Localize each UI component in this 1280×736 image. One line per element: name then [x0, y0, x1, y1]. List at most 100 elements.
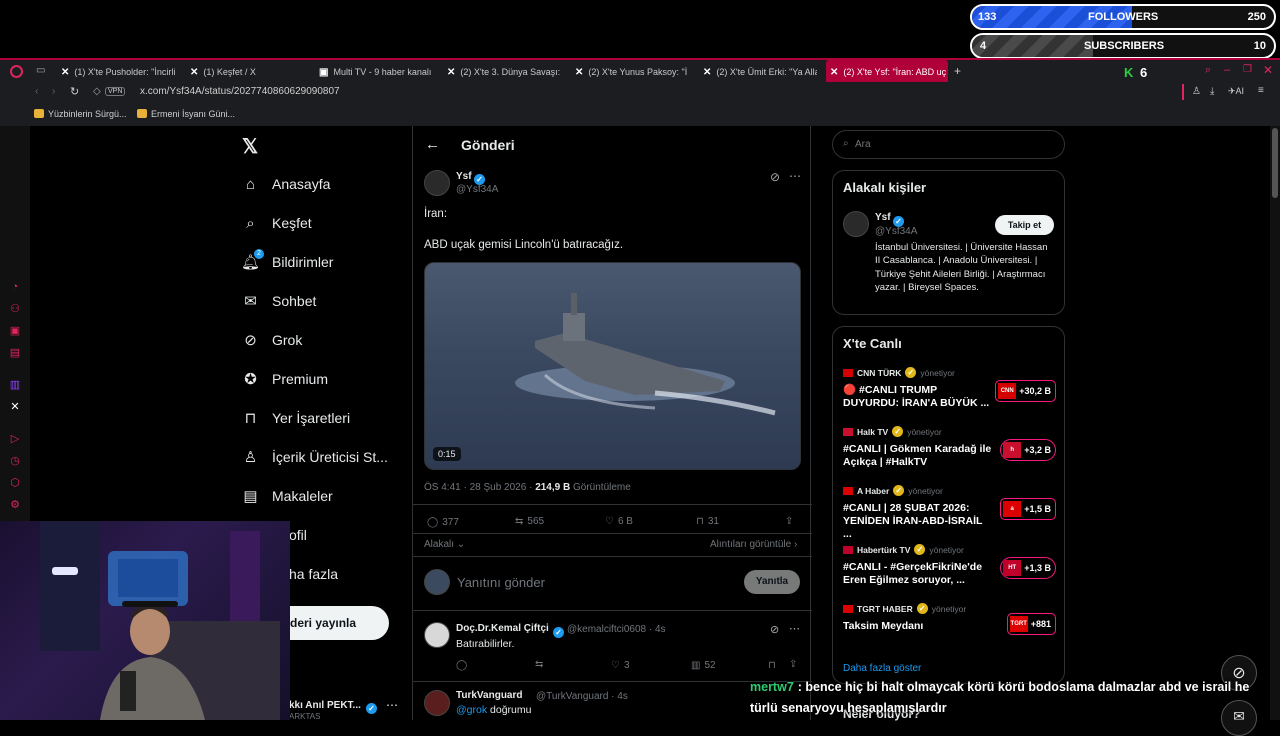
x-logo-icon: ✕	[190, 66, 199, 78]
nav-item-6[interactable]: ✪ Premium	[242, 367, 328, 391]
x-sidebar-icon[interactable]: ✕	[8, 400, 22, 414]
reply-icon[interactable]: ◯	[456, 660, 467, 671]
tab-label: (1) Keşfet / X	[203, 67, 256, 77]
browser-tab[interactable]: ✕ (2) X'te Yunus Paksoy: "İ	[571, 60, 689, 84]
x-logo-icon[interactable]: 𝕏	[242, 134, 258, 159]
mention-link[interactable]: @grok	[456, 704, 487, 716]
live-broadcast[interactable]: TGRT HABER ✓ yönetiyor Taksim Meydanı TGRT +8…	[843, 603, 1056, 635]
nav-item-2[interactable]: ⌕ Keşfet	[242, 211, 311, 235]
back-icon[interactable]: ‹	[35, 86, 38, 97]
reply-author-name[interactable]: Doç.Dr.Kemal Çiftçi	[456, 623, 549, 634]
views-action[interactable]: ▥ 52	[691, 660, 716, 671]
opera-logo-icon[interactable]	[10, 65, 23, 78]
reply-input[interactable]: Yanıtını gönder	[457, 575, 545, 590]
profile-icon[interactable]: ♙	[1192, 86, 1201, 97]
browser-tab[interactable]: ▣ Multi TV - 9 haber kanalın	[315, 60, 431, 84]
share-icon[interactable]: ⇪	[789, 659, 797, 670]
maximize-icon[interactable]: ❐	[1243, 64, 1252, 75]
browser-tab[interactable]: ✕ (2) X'te Ümit Erki: "Ya Alla	[699, 60, 817, 84]
sidebar-app-icon[interactable]: ⚇	[8, 302, 22, 316]
bookmark-1[interactable]: Yüzbinlerin Sürgü...	[48, 109, 127, 119]
sidebar-app-icon[interactable]: ◔	[8, 280, 22, 294]
nav-item-11[interactable]: ha fazla	[289, 562, 338, 586]
sidebar-app-icon[interactable]: ▣	[8, 324, 22, 338]
show-more-link[interactable]: Daha fazla göster	[843, 663, 921, 674]
browser-tab[interactable]: ✕ (2) X'te Ysf: "İran: ABD uç	[826, 60, 948, 84]
person-avatar[interactable]	[843, 211, 869, 237]
download-icon[interactable]: ⤓	[1210, 86, 1214, 97]
nav-item-3[interactable]: 🔔︎ 2 Bildirimler	[241, 248, 333, 274]
nav-item-1[interactable]: ⌂ Anasayfa	[242, 172, 330, 196]
live-broadcast[interactable]: Halk TV ✓ yönetiyor #CANLI | Gökmen Karadağ…	[843, 426, 1056, 469]
new-tab-icon[interactable]: +	[954, 64, 961, 78]
live-broadcast[interactable]: CNN TÜRK ✓ yönetiyor 🔴 #CANLI TRUMP DUYURDU…	[843, 367, 1056, 410]
more-icon[interactable]: ⋯	[789, 622, 800, 635]
repost-icon[interactable]: ⇆	[535, 659, 543, 670]
search-tabs-icon[interactable]: ⌕	[1205, 64, 1211, 77]
webcam-image	[40, 521, 280, 720]
nav-item-5[interactable]: ⊘ Grok	[242, 328, 302, 352]
nav-item-10[interactable]: ofil	[289, 523, 307, 547]
search-input[interactable]: Ara	[855, 139, 871, 150]
nav-item-9[interactable]: ▤ Makaleler	[242, 484, 332, 508]
scrollbar-thumb[interactable]	[1272, 128, 1278, 198]
nav-item-4[interactable]: ✉ Sohbet	[242, 289, 316, 313]
settings-icon[interactable]: ⚙	[8, 498, 22, 512]
bookmark-action[interactable]: ⊓ 31	[696, 516, 719, 527]
sidebar-app-icon[interactable]: ▷	[8, 432, 22, 446]
repost-action[interactable]: ⇆ 565	[515, 516, 544, 527]
clock-icon[interactable]: ◷	[8, 454, 22, 468]
live-broadcast[interactable]: Habertürk TV ✓ yönetiyor #CANLI - #GerçekFi…	[843, 544, 1056, 587]
grok-icon[interactable]: ⊘	[770, 623, 779, 636]
vpn-badge[interactable]: VPN	[105, 87, 126, 96]
share-icon[interactable]: ⇪	[785, 516, 793, 527]
shield-icon[interactable]: ◇	[93, 86, 101, 97]
menu-icon[interactable]: ≡	[1258, 85, 1264, 96]
reply-author-name[interactable]: TurkVanguard	[456, 690, 523, 701]
related-dropdown[interactable]: Alakalı ⌄	[424, 539, 465, 550]
reply-button[interactable]: Yanıtla	[744, 570, 800, 594]
browser-tab[interactable]: ✕ (1) Keşfet / X	[186, 60, 296, 84]
sidebar-app-icon[interactable]: ⬡	[8, 476, 22, 490]
nav-item-8[interactable]: ♙ İçerik Üreticisi St...	[242, 445, 388, 469]
page-scrollbar[interactable]	[1270, 126, 1280, 720]
tab-label: Multi TV - 9 haber kanalın	[333, 67, 431, 77]
minimize-icon[interactable]: –	[1224, 64, 1230, 76]
browser-tab[interactable]: ✕ (1) X'te Pusholder: "İncirlik	[57, 60, 175, 84]
reply-author-handle[interactable]: @TurkVanguard · 4s	[536, 691, 628, 702]
follow-button[interactable]: Takip et	[995, 215, 1054, 235]
close-window-icon[interactable]: ✕	[1263, 63, 1273, 77]
twitch-icon[interactable]: ▥	[8, 378, 22, 392]
divider	[413, 533, 812, 534]
bookmark-2[interactable]: Ermeni İsyanı Güni...	[151, 109, 235, 119]
author-handle[interactable]: @Ysf34A	[456, 184, 498, 195]
author-name[interactable]: Ysf	[456, 171, 472, 182]
sidebar-app-icon[interactable]: ▤	[8, 346, 22, 360]
browser-tab[interactable]: ✕ (2) X'te 3. Dünya Savaşı: "	[443, 60, 561, 84]
nav-item-7[interactable]: ⊓ Yer İşaretleri	[242, 406, 350, 430]
account-more-icon[interactable]: ⋯	[386, 698, 398, 712]
aria-ai-button[interactable]: ✈AI	[1228, 86, 1244, 97]
like-action[interactable]: ♡ 6 B	[605, 516, 633, 527]
author-avatar[interactable]	[424, 170, 450, 196]
bookmark-icon[interactable]: ⊓	[768, 660, 776, 671]
forward-icon[interactable]: ›	[52, 86, 55, 97]
like-action[interactable]: ♡ 3	[611, 660, 630, 671]
person-name[interactable]: Ysf	[875, 212, 891, 223]
reply-author-avatar[interactable]	[424, 622, 450, 648]
live-broadcast[interactable]: A Haber ✓ yönetiyor #CANLI | 28 ŞUBAT 2026:…	[843, 485, 1056, 541]
view-quotes-link[interactable]: Alıntıları görüntüle ›	[710, 539, 797, 550]
reload-icon[interactable]: ↻	[70, 85, 79, 98]
person-handle[interactable]: @Ysf34A	[875, 226, 917, 237]
reply-action[interactable]: ◯ 377	[427, 517, 459, 528]
back-arrow-icon[interactable]: ←	[425, 136, 440, 153]
grok-icon[interactable]: ⊘	[770, 170, 780, 184]
tab-menu-icon[interactable]: ▭	[36, 65, 45, 76]
account-name[interactable]: kkı Anıl PEKT...	[289, 700, 361, 711]
search-box[interactable]: ⌕ Ara	[832, 130, 1065, 159]
more-icon[interactable]: ⋯	[789, 169, 801, 183]
reply-author-avatar[interactable]	[424, 690, 450, 716]
reply-author-handle[interactable]: @kemalciftci0608 · 4s	[567, 624, 666, 635]
post-video[interactable]: 0:15	[424, 262, 801, 470]
url-field[interactable]: x.com/Ysf34A/status/2027740860629090807	[140, 86, 340, 97]
